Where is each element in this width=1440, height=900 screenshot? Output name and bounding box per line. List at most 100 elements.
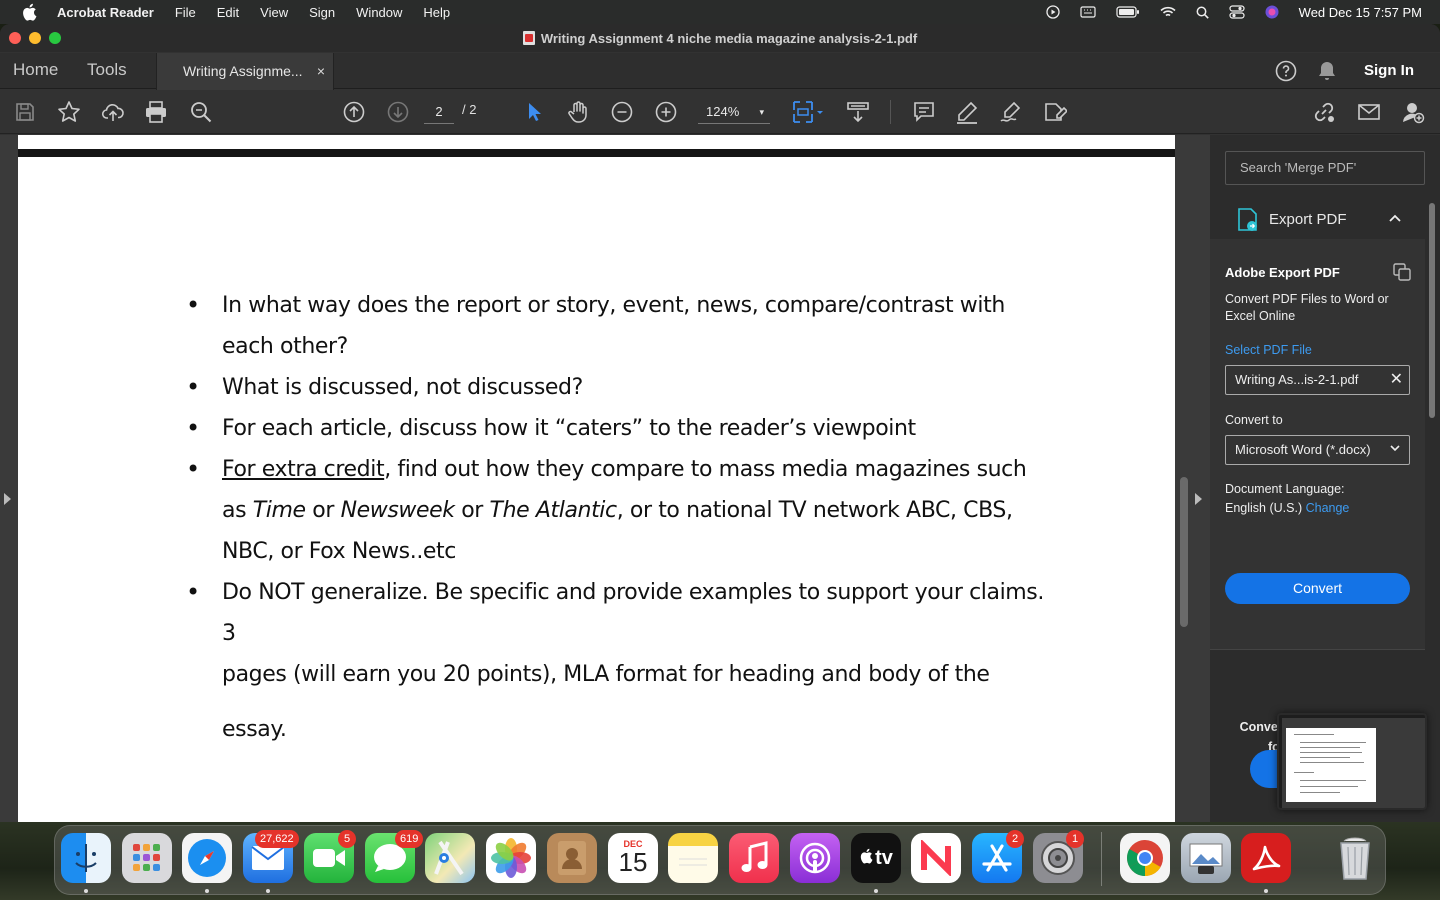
share-user-icon[interactable] [1401, 100, 1425, 124]
app-store-badge: 2 [1006, 830, 1024, 848]
convert-format-select[interactable]: Microsoft Word (*.docx) [1225, 435, 1410, 465]
menu-file[interactable]: File [175, 5, 196, 20]
preview-icon[interactable] [1181, 833, 1231, 883]
extra-credit-underlined: For extra credit [222, 457, 385, 482]
convert-button[interactable]: Convert [1225, 573, 1410, 604]
page-fit-icon[interactable] [792, 100, 824, 124]
convert-format-value: Microsoft Word (*.docx) [1235, 442, 1371, 457]
hand-tool-icon[interactable] [566, 100, 590, 124]
bookmark-star-icon[interactable] [57, 100, 81, 124]
photos-icon[interactable] [486, 833, 536, 883]
notes-icon[interactable] [668, 833, 718, 883]
select-cursor-icon[interactable] [522, 100, 546, 124]
menu-view[interactable]: View [260, 5, 288, 20]
tab-tools[interactable]: Tools [87, 53, 127, 89]
find-zoom-icon[interactable] [189, 100, 213, 124]
news-icon[interactable] [911, 833, 961, 883]
print-icon[interactable] [144, 100, 168, 124]
wifi-icon[interactable] [1160, 6, 1176, 18]
bullet-marker: • [186, 291, 200, 319]
contacts-icon[interactable] [547, 833, 597, 883]
calendar-icon[interactable]: DEC 15 [608, 833, 658, 883]
select-pdf-file-link[interactable]: Select PDF File [1225, 343, 1312, 357]
menubar-clock[interactable]: Wed Dec 15 7:57 PM [1299, 5, 1422, 20]
messages-badge: 619 [395, 830, 424, 848]
document-viewport[interactable]: • In what way does the report or story, … [0, 135, 1210, 822]
keyboard-icon[interactable] [1080, 6, 1096, 18]
fill-sign-icon[interactable] [999, 100, 1023, 124]
right-pane-toggle-icon[interactable] [1195, 493, 1202, 505]
siri-icon[interactable] [1265, 5, 1279, 19]
music-icon[interactable] [729, 833, 779, 883]
highlight-pen-icon[interactable] [955, 100, 979, 124]
right-pane-scrollbar[interactable] [1429, 203, 1435, 418]
control-center-icon[interactable] [1229, 5, 1245, 19]
selected-file-field[interactable]: Writing As...is-2-1.pdf ✕ [1225, 365, 1410, 395]
chrome-icon[interactable] [1120, 833, 1170, 883]
clear-file-icon[interactable]: ✕ [1390, 366, 1403, 394]
tools-search-input[interactable]: Search 'Merge PDF' [1225, 151, 1425, 185]
spotlight-search-icon[interactable] [1196, 6, 1209, 19]
menu-window[interactable]: Window [356, 5, 402, 20]
convert-to-label: Convert to [1225, 413, 1283, 427]
add-comment-icon[interactable] [912, 100, 936, 124]
next-page-icon[interactable] [386, 100, 410, 124]
document-scrollbar[interactable] [1180, 477, 1188, 627]
language-label: Document Language: [1225, 482, 1345, 496]
screenshot-thumbnail[interactable] [1277, 713, 1427, 810]
zoom-level-dropdown[interactable]: 124% ▾ [698, 100, 770, 124]
screen-record-icon[interactable] [1046, 5, 1060, 19]
language-value: English (U.S.) [1225, 501, 1303, 515]
apple-menu-icon[interactable] [21, 3, 39, 21]
collapse-chevron-icon[interactable] [1388, 211, 1402, 229]
minimize-window-button[interactable] [29, 32, 41, 44]
trash-icon[interactable] [1330, 833, 1380, 883]
help-icon[interactable] [1275, 60, 1297, 87]
menu-edit[interactable]: Edit [217, 5, 239, 20]
menu-app-name[interactable]: Acrobat Reader [57, 5, 154, 20]
menu-sign[interactable]: Sign [309, 5, 335, 20]
list-item: • What is discussed, not discussed? [18, 367, 1175, 408]
finder-running-indicator [84, 889, 88, 893]
apple-tv-icon[interactable]: tv [851, 833, 901, 883]
export-pdf-header[interactable]: Export PDF [1210, 199, 1425, 239]
save-icon[interactable] [13, 100, 37, 124]
change-language-link[interactable]: Change [1306, 501, 1350, 515]
podcasts-icon[interactable] [790, 833, 840, 883]
email-envelope-icon[interactable] [1357, 100, 1381, 124]
tab-home[interactable]: Home [13, 53, 58, 89]
finder-icon[interactable] [61, 833, 111, 883]
close-tab-icon[interactable]: × [317, 53, 325, 89]
macos-menubar: Acrobat Reader File Edit View Sign Windo… [0, 0, 1440, 24]
menu-help[interactable]: Help [423, 5, 450, 20]
zoom-window-button[interactable] [49, 32, 61, 44]
selected-file-name: Writing As...is-2-1.pdf [1235, 372, 1359, 387]
tab-document[interactable]: Writing Assignme... × [156, 53, 334, 90]
left-pane-toggle-icon[interactable] [4, 493, 11, 505]
edit-pdf-icon[interactable] [1043, 100, 1067, 124]
launchpad-icon[interactable] [122, 833, 172, 883]
upload-cloud-icon[interactable] [101, 100, 125, 124]
share-link-icon[interactable] [1312, 100, 1336, 124]
bullet-text: What is discussed, not discussed? [222, 375, 583, 400]
maps-icon[interactable] [425, 833, 475, 883]
zoom-in-icon[interactable] [654, 100, 678, 124]
bullet-marker: • [186, 414, 200, 442]
copy-icon[interactable] [1393, 263, 1411, 286]
previous-page-icon[interactable] [342, 100, 366, 124]
bullet-marker: • [186, 373, 200, 401]
export-pdf-icon [1236, 207, 1260, 237]
bullet-text: pages (will earn you 20 points), MLA for… [222, 662, 990, 742]
notifications-bell-icon[interactable] [1317, 60, 1337, 87]
zoom-out-icon[interactable] [610, 100, 634, 124]
bullet-text: or [454, 498, 490, 523]
close-window-button[interactable] [9, 32, 21, 44]
scroll-mode-icon[interactable] [846, 100, 870, 124]
sign-in-button[interactable]: Sign In [1364, 53, 1414, 89]
promo-button[interactable] [1250, 750, 1280, 788]
battery-icon[interactable] [1116, 6, 1140, 18]
page-number-input[interactable]: 2 [424, 100, 454, 124]
safari-icon[interactable] [182, 833, 232, 883]
zoom-dropdown-caret-icon: ▾ [759, 107, 764, 117]
acrobat-reader-icon[interactable] [1241, 833, 1291, 883]
